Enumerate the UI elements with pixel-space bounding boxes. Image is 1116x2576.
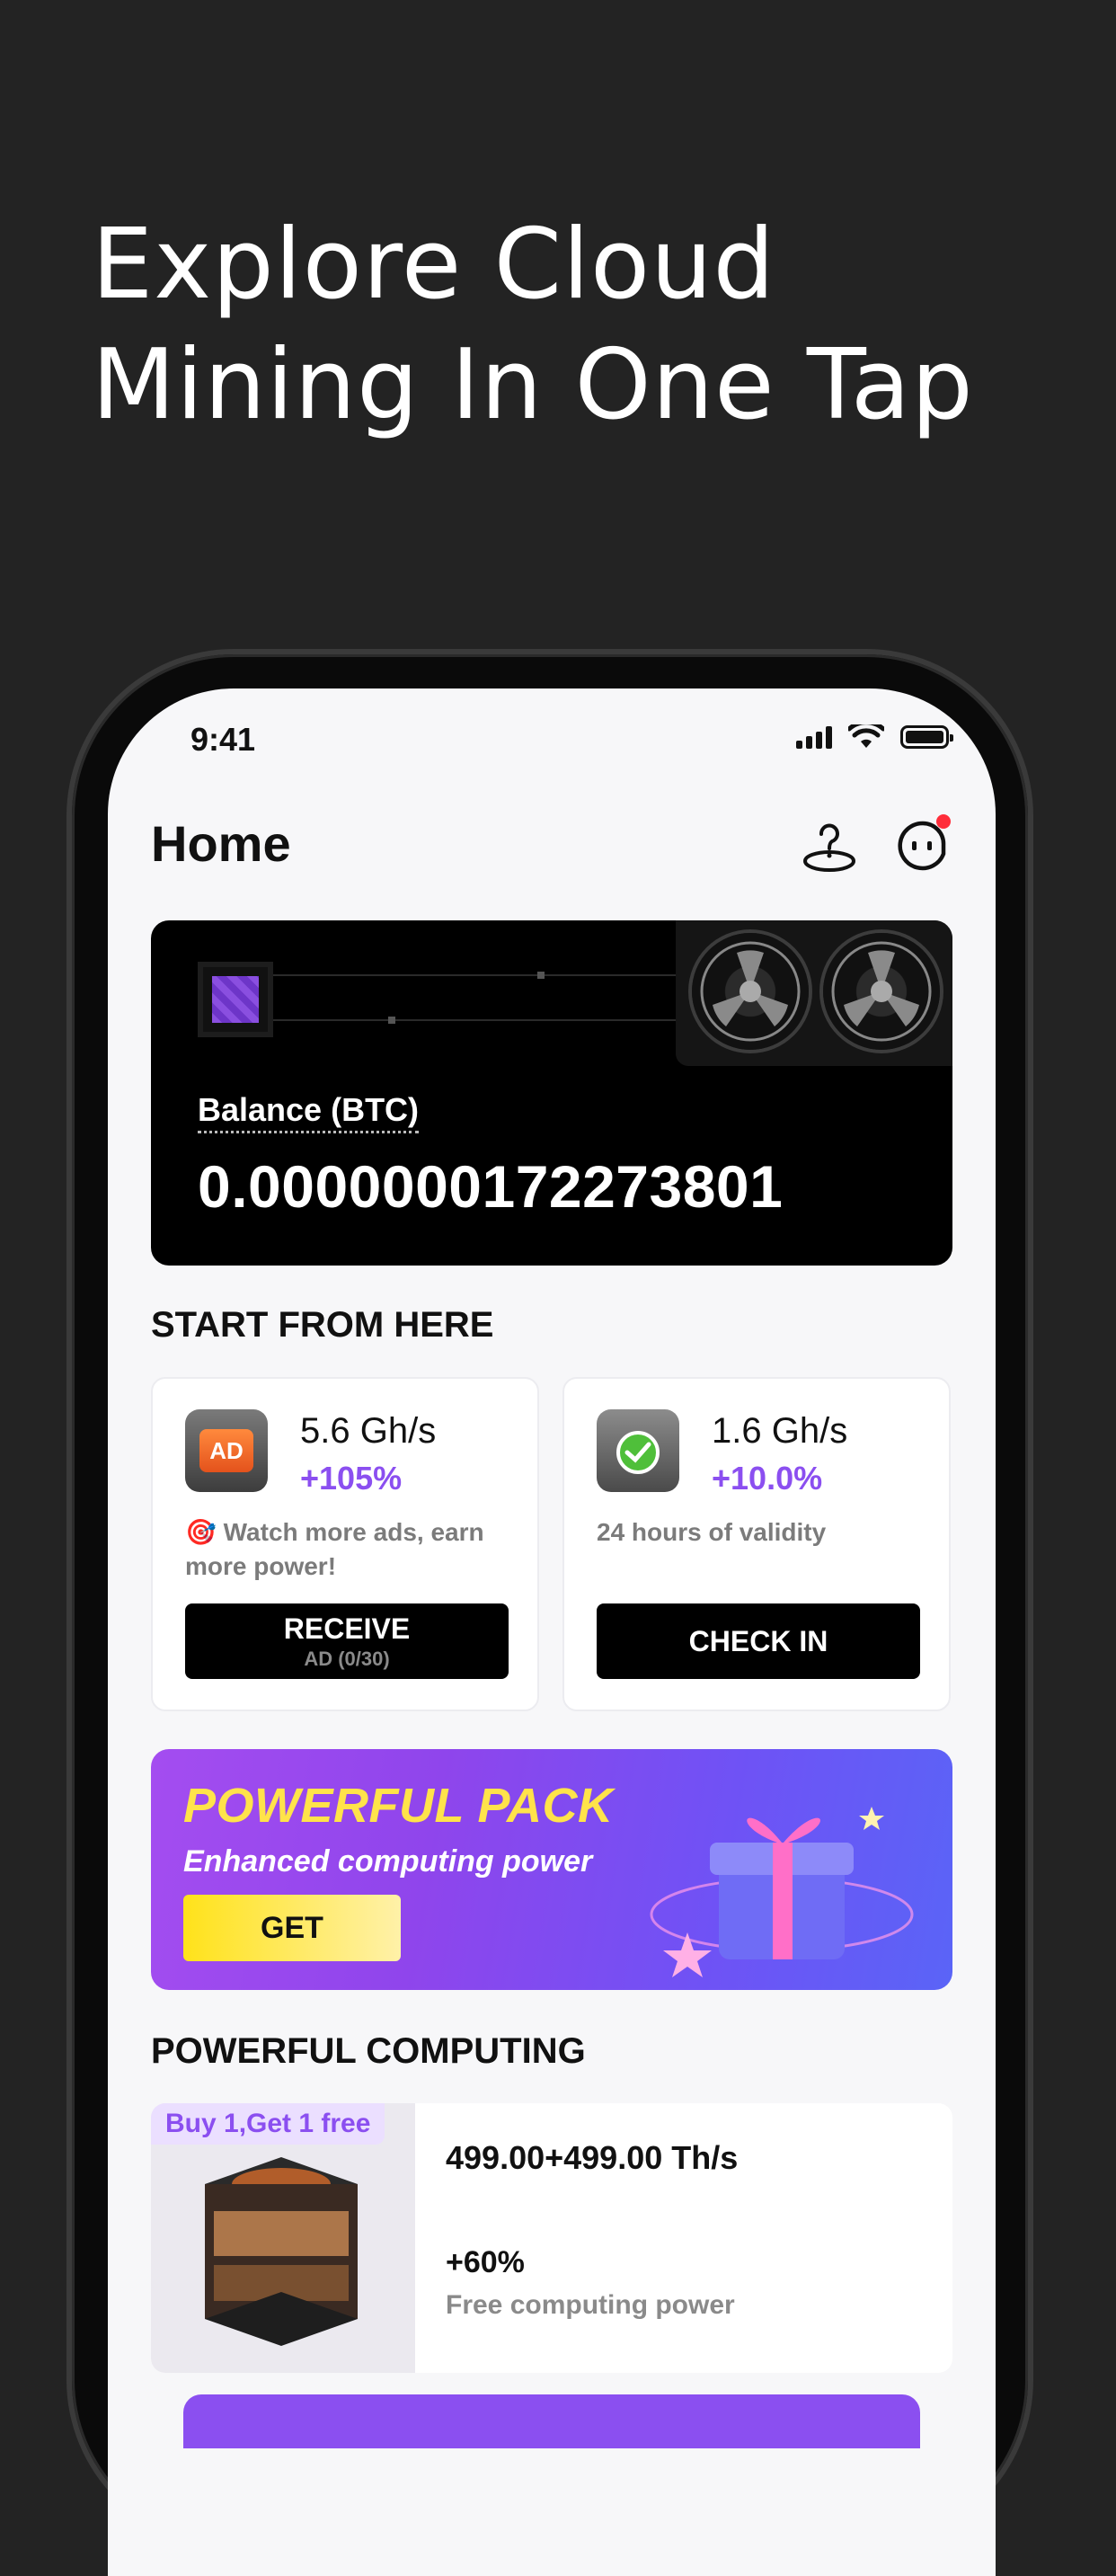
- task-description-text: Watch more ads, earn more power!: [185, 1518, 484, 1580]
- battery-icon: [900, 725, 953, 749]
- get-button[interactable]: GET: [183, 1895, 401, 1961]
- check-in-button[interactable]: CHECK IN: [597, 1603, 920, 1679]
- balance-value: 0.0000000172273801: [198, 1153, 784, 1220]
- checkin-task-card: 1.6 Gh/s +10.0% 24 hours of validity CHE…: [562, 1377, 951, 1711]
- wifi-icon: [848, 724, 884, 748]
- promo-subtitle: Enhanced computing power: [183, 1844, 593, 1879]
- task-bonus: +10.0%: [712, 1460, 823, 1497]
- notification-dot: [936, 814, 951, 829]
- product-bonus: +60%: [446, 2245, 525, 2279]
- circuit-dot: [537, 972, 545, 979]
- powerful-pack-banner[interactable]: POWERFUL PACK Enhanced computing power G…: [151, 1749, 952, 1990]
- circuit-line: [273, 1019, 678, 1021]
- target-icon: 🎯: [185, 1518, 217, 1546]
- check-in-button-label: CHECK IN: [688, 1624, 828, 1657]
- chip-icon: [198, 962, 273, 1037]
- ad-task-card: AD 5.6 Gh/s +105% 🎯 Watch more ads, earn…: [151, 1377, 539, 1711]
- product-description: Free computing power: [446, 2290, 735, 2320]
- headline-line-2: Mining In One Tap: [92, 329, 974, 441]
- help-icon[interactable]: [798, 814, 861, 877]
- gift-icon: [650, 1807, 914, 1977]
- balance-card: Balance (BTC) 0.0000000172273801: [151, 920, 952, 1266]
- task-rate: 1.6 Gh/s: [712, 1411, 848, 1451]
- task-description: 24 hours of validity: [597, 1518, 827, 1546]
- start-section-title: START FROM HERE: [151, 1305, 494, 1345]
- phone-screen: 9:41 Home Balance (BTC) 0.00000001722738…: [108, 688, 996, 2576]
- gpu-fans: [676, 920, 952, 1066]
- fan-icon: [823, 933, 940, 1050]
- computing-section-title: POWERFUL COMPUTING: [151, 2031, 586, 2071]
- circuit-dot: [388, 1017, 395, 1024]
- fan-icon: [692, 933, 809, 1050]
- task-bonus: +105%: [300, 1460, 403, 1497]
- product-card[interactable]: Buy 1,Get 1 free 499.00+499.00 Th/s +60%…: [151, 2103, 952, 2373]
- status-icons: [796, 724, 953, 750]
- receive-button-label: RECEIVE: [283, 1612, 411, 1645]
- status-time: 9:41: [190, 721, 256, 758]
- status-bar: 9:41: [108, 688, 996, 796]
- headline-line-1: Explore Cloud: [92, 209, 776, 321]
- buy-button[interactable]: [183, 2394, 920, 2448]
- signal-icon: [796, 725, 832, 749]
- ad-count: AD (0/30): [304, 1647, 390, 1670]
- task-rate: 5.6 Gh/s: [300, 1411, 437, 1451]
- balance-label[interactable]: Balance (BTC): [198, 1091, 420, 1133]
- page-title: Home: [151, 815, 291, 872]
- ad-icon: AD: [185, 1409, 268, 1492]
- receive-button[interactable]: RECEIVE AD (0/30): [185, 1603, 509, 1679]
- product-rate: 499.00+499.00 Th/s: [446, 2139, 739, 2176]
- headline: Explore Cloud Mining In One Tap: [92, 205, 974, 446]
- promo-title: POWERFUL PACK: [183, 1779, 614, 1833]
- check-icon: [597, 1409, 679, 1492]
- promo-tag: Buy 1,Get 1 free: [151, 2103, 385, 2145]
- circuit-line: [273, 974, 678, 976]
- task-description: 🎯 Watch more ads, earn more power!: [185, 1515, 518, 1584]
- support-chat-icon[interactable]: [891, 814, 954, 877]
